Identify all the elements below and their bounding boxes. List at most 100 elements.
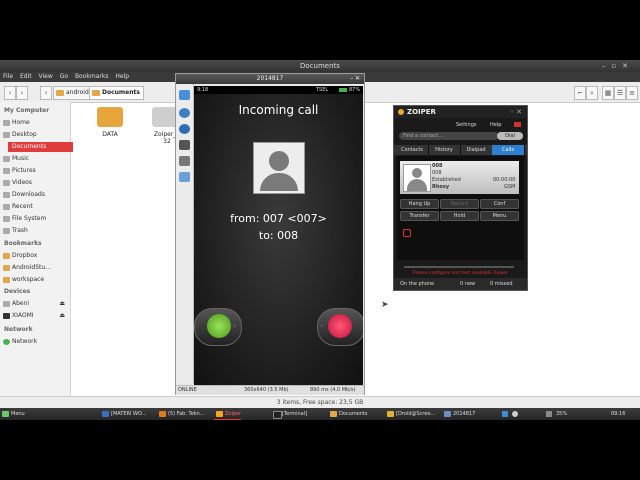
task-terminal[interactable]: [Terminal] bbox=[271, 409, 307, 419]
decline-button[interactable]: ‹ bbox=[317, 308, 363, 346]
sidebar-item-label: Trash bbox=[12, 227, 28, 234]
tab-dialpad[interactable]: Dialpad bbox=[460, 145, 493, 155]
chevron-right-icon: › bbox=[233, 321, 237, 330]
task-2014817[interactable]: 2014817 bbox=[442, 409, 475, 419]
phone-state[interactable]: On the phone bbox=[400, 278, 434, 290]
menu-bookmarks[interactable]: Bookmarks bbox=[75, 73, 109, 80]
hang-up-button[interactable]: Hang Up bbox=[400, 199, 439, 209]
sidebar-item-file-system[interactable]: File System bbox=[3, 214, 68, 224]
eject-icon[interactable]: ⏏ bbox=[59, 299, 65, 309]
tray-network-icon[interactable] bbox=[502, 411, 508, 417]
sidebar-item-desktop[interactable]: Desktop bbox=[3, 130, 68, 140]
call-account: Rhosy bbox=[432, 184, 450, 190]
back-icon[interactable]: ‹ bbox=[4, 86, 16, 100]
forward-icon[interactable]: › bbox=[16, 86, 28, 100]
contact-search-input[interactable]: Find a contact... bbox=[399, 132, 499, 140]
sidebar-item-music[interactable]: Music bbox=[3, 154, 68, 164]
settings-menu[interactable]: Settings bbox=[456, 119, 477, 131]
sidebar-item-home[interactable]: Home bbox=[3, 118, 68, 128]
task-documents[interactable]: Documents bbox=[328, 409, 368, 419]
answer-button[interactable]: › bbox=[194, 308, 242, 346]
dial-button[interactable]: Dial bbox=[497, 132, 523, 140]
resolution-info: 360x640 (3.5 Mb) bbox=[244, 387, 289, 393]
flag-icon bbox=[514, 122, 521, 127]
sidebar-item-label: Downloads bbox=[12, 191, 45, 198]
sidebar-item-dropbox[interactable]: Dropbox bbox=[3, 251, 68, 261]
unlock-icon[interactable] bbox=[403, 229, 411, 237]
start-menu-button[interactable]: Menu bbox=[0, 409, 25, 419]
emulator-status-bar: ONLINE 360x640 (3.5 Mb) 890 ms (4.0 Mb/s… bbox=[176, 385, 364, 395]
tray-clock-icon[interactable] bbox=[512, 411, 518, 417]
sidebar-item-network[interactable]: Network bbox=[3, 337, 68, 347]
sidebar-item-label: Network bbox=[12, 338, 38, 345]
path-toggle-icon[interactable]: ⌐ bbox=[574, 86, 586, 100]
menu-button[interactable]: Menu bbox=[480, 211, 519, 221]
breadcrumb-documents[interactable]: Documents bbox=[89, 86, 144, 100]
hold-button[interactable]: Hold bbox=[440, 211, 479, 221]
sidebar-item-downloads[interactable]: Downloads bbox=[3, 190, 68, 200]
emulator-toolbar bbox=[176, 84, 194, 384]
sidebar-item-label: Music bbox=[12, 155, 30, 162]
clock[interactable]: 09:16 bbox=[611, 408, 625, 420]
menu-help[interactable]: Help bbox=[115, 73, 129, 80]
emulator-window-controls[interactable]: – ✕ bbox=[350, 74, 360, 84]
menu-view[interactable]: View bbox=[39, 73, 53, 80]
sidebar-item-recent[interactable]: Recent bbox=[3, 202, 68, 212]
menu-go[interactable]: Go bbox=[60, 73, 68, 80]
sidebar-item-trash[interactable]: Trash bbox=[3, 226, 68, 236]
document-icon[interactable] bbox=[179, 172, 190, 182]
list-view-icon[interactable]: ☰ bbox=[614, 86, 626, 100]
menu-edit[interactable]: Edit bbox=[20, 73, 32, 80]
search-icon[interactable]: ⌕ bbox=[586, 86, 598, 100]
sidebar-item-androidstudio[interactable]: AndroidStu... bbox=[3, 263, 68, 273]
sidebar-item-label: Desktop bbox=[12, 131, 37, 138]
sidebar-item-videos[interactable]: Videos bbox=[3, 178, 68, 188]
parent-folder-icon[interactable]: ‹ bbox=[40, 86, 52, 100]
sidebar-item-xiaomi[interactable]: XIAOMI ⏏ bbox=[3, 311, 68, 321]
mouse-cursor-icon: ➤ bbox=[381, 300, 389, 310]
video-icon[interactable] bbox=[179, 156, 190, 166]
transfer-button[interactable]: Transfer bbox=[400, 211, 439, 221]
volume-slider[interactable] bbox=[404, 266, 514, 268]
zoiper-window-controls[interactable]: ◦ ✕ bbox=[510, 106, 522, 118]
record-button[interactable]: Record bbox=[440, 199, 479, 209]
desktop-icon bbox=[3, 132, 10, 138]
zoiper-icon bbox=[216, 411, 223, 417]
sync-icon[interactable] bbox=[179, 108, 190, 118]
folder-icon bbox=[330, 411, 337, 417]
task-droidscreen[interactable]: [Droid@Scree... bbox=[385, 409, 435, 419]
sidebar-item-documents[interactable]: Documents bbox=[8, 142, 73, 152]
help-menu[interactable]: Help bbox=[490, 119, 501, 131]
sidebar-item-abeni[interactable]: Abeni ⏏ bbox=[3, 299, 68, 309]
menu-icon bbox=[2, 411, 9, 417]
task-fab-tekn[interactable]: (5) Fab. Tekn... bbox=[157, 409, 205, 419]
eject-icon[interactable]: ⏏ bbox=[59, 311, 65, 321]
tray-battery-icon[interactable] bbox=[546, 411, 552, 417]
file-item-data[interactable]: DATA bbox=[97, 107, 123, 138]
chevron-left-icon: ‹ bbox=[320, 321, 324, 330]
phone-battery: 87% bbox=[349, 87, 361, 93]
menu-file[interactable]: File bbox=[3, 73, 13, 80]
task-materi[interactable]: [MATERI WO... bbox=[100, 409, 147, 419]
battery-icon bbox=[339, 88, 347, 92]
tab-contacts[interactable]: Contacts bbox=[396, 145, 429, 155]
emulator-title: 2014817 bbox=[176, 74, 364, 84]
sidebar-item-workspace[interactable]: workspace bbox=[3, 275, 68, 285]
conference-button[interactable]: Conf bbox=[480, 199, 519, 209]
task-zoiper[interactable]: Zoiper bbox=[214, 409, 242, 420]
camera-icon[interactable] bbox=[179, 140, 190, 150]
icon-view-icon[interactable]: ▦ bbox=[602, 86, 614, 100]
task-label: [Droid@Scree... bbox=[396, 411, 436, 417]
tab-history[interactable]: History bbox=[428, 145, 461, 155]
phone-answer-icon bbox=[207, 314, 231, 338]
breadcrumb-android[interactable]: android bbox=[53, 86, 93, 100]
phone-icon[interactable] bbox=[179, 90, 190, 100]
active-call-card[interactable]: 008 008 Established Rhosy 00:00:00 GSM bbox=[400, 161, 519, 194]
new-count[interactable]: 0 new bbox=[460, 278, 475, 290]
compact-view-icon[interactable]: ≡ bbox=[626, 86, 638, 100]
window-controls[interactable]: –▫✕ bbox=[602, 60, 634, 72]
zoom-icon[interactable] bbox=[179, 124, 190, 134]
sidebar-item-pictures[interactable]: Pictures bbox=[3, 166, 68, 176]
missed-count[interactable]: 0 missed bbox=[490, 278, 513, 290]
tab-calls[interactable]: Calls bbox=[492, 145, 525, 155]
